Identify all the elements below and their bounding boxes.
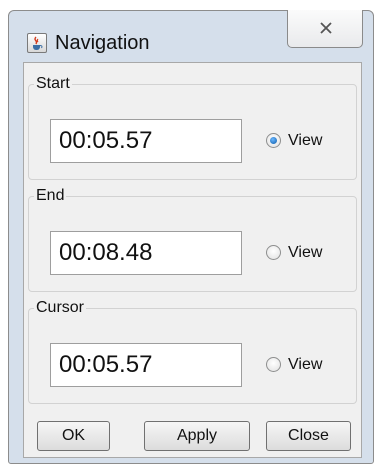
cursor-view-label[interactable]: View [288, 356, 322, 374]
java-cup-icon [27, 33, 47, 53]
end-time-field[interactable]: 00:08.48 [50, 231, 242, 275]
start-view-label[interactable]: View [288, 132, 322, 150]
end-view-label[interactable]: View [288, 244, 322, 262]
end-view-radio-button[interactable] [266, 245, 281, 260]
end-group: End 00:08.48 View [28, 187, 357, 292]
dialog-content: Start 00:05.57 View End 00:08.48 View Cu… [23, 62, 362, 458]
close-window-button[interactable] [287, 10, 363, 48]
navigation-dialog: Navigation Start 00:05.57 View End 00:08… [8, 10, 374, 464]
window-title: Navigation [55, 32, 150, 54]
cursor-time-field[interactable]: 00:05.57 [50, 343, 242, 387]
end-group-label: End [34, 187, 67, 205]
cursor-view-radio-button[interactable] [266, 357, 281, 372]
cursor-group: Cursor 00:05.57 View [28, 299, 357, 404]
start-time-field[interactable]: 00:05.57 [50, 119, 242, 163]
cursor-group-label: Cursor [34, 299, 87, 317]
close-button[interactable]: Close [266, 421, 351, 451]
start-group-label: Start [34, 75, 72, 93]
start-view-radio-button[interactable] [266, 133, 281, 148]
start-group: Start 00:05.57 View [28, 75, 357, 180]
ok-button[interactable]: OK [37, 421, 110, 451]
close-x-icon [320, 22, 332, 34]
apply-button[interactable]: Apply [144, 421, 250, 451]
title-bar[interactable]: Navigation [9, 10, 373, 67]
